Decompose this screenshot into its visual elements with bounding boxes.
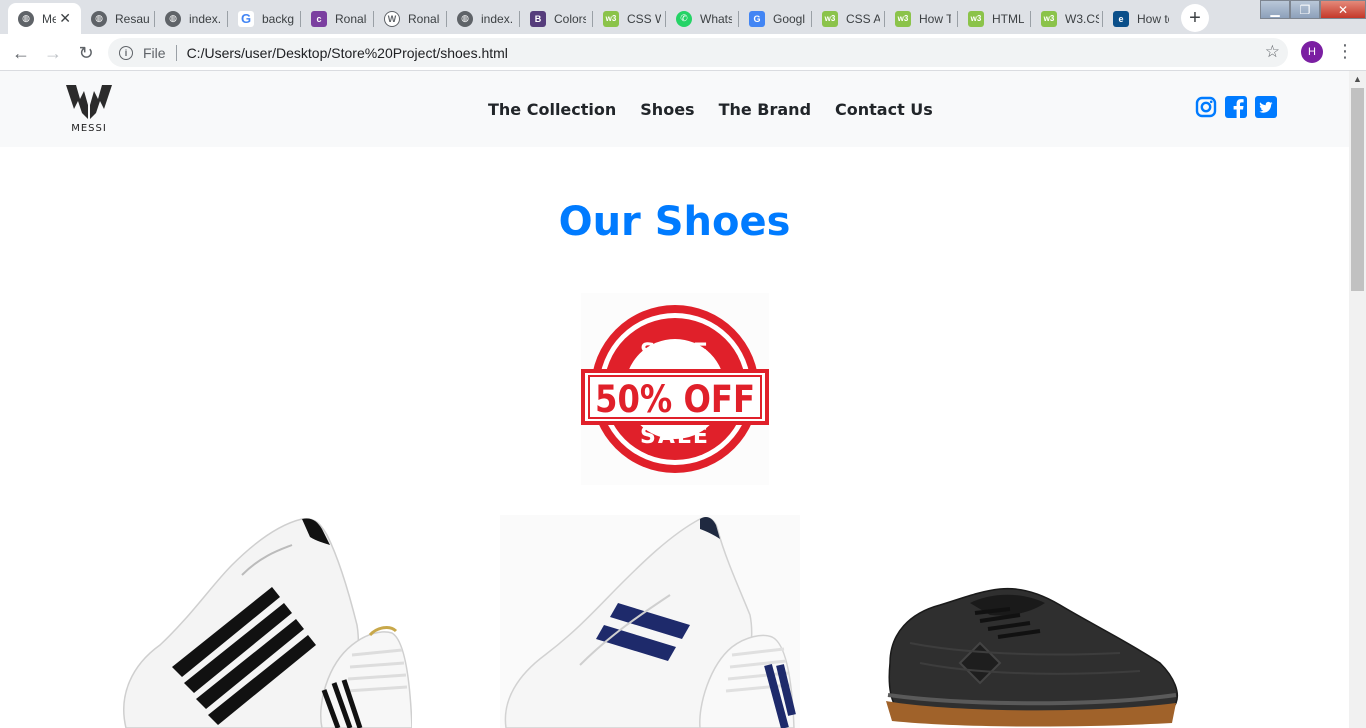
site-navbar: MESSI The Collection Shoes The Brand Con… [0,71,1349,147]
stamp-bottom-text: SALE [640,424,710,449]
close-tab-icon[interactable]: ✕ [59,11,71,25]
page-scrollbar[interactable]: ▲ [1349,71,1366,728]
product-image-black-trainer[interactable] [880,583,1180,728]
nav-the-brand[interactable]: The Brand [719,100,811,119]
window-controls: ▁ ❐ ✕ [1260,0,1366,20]
tab-0[interactable]: ◍ Messi ✕ [8,3,81,34]
page-viewport: MESSI The Collection Shoes The Brand Con… [0,71,1349,728]
product-image-white-black-stripes[interactable] [112,515,412,728]
tab-9[interactable]: ✆ WhatsApp [666,3,739,34]
stamp-top-text: SALE [640,340,710,365]
nav-links: The Collection Shoes The Brand Contact U… [488,100,933,119]
w3schools-icon: w3 [822,10,838,27]
tab-title: background [262,11,294,26]
menu-icon[interactable]: ⋮ [1336,41,1354,61]
tab-title: Ronaldo [408,11,440,26]
globe-icon: ◍ [165,10,181,27]
tab-title: W3.CSS [1065,11,1099,26]
nav-the-collection[interactable]: The Collection [488,100,616,119]
w3schools-icon: w3 [895,10,911,27]
tab-14[interactable]: w3 W3.CSS [1031,3,1103,34]
edge-icon: e [1113,10,1129,27]
tab-title: How To [919,11,951,26]
tab-1[interactable]: ◍ Resaurant [81,3,155,34]
nav-contact-us[interactable]: Contact Us [835,100,933,119]
back-icon[interactable]: ← [9,41,33,65]
tab-title: Ronaldo [335,11,367,26]
colorlib-icon: c [311,10,327,27]
url-text[interactable]: C:/Users/user/Desktop/Store%20Project/sh… [187,45,508,61]
w3schools-icon: w3 [968,10,984,27]
facebook-icon[interactable] [1225,96,1247,118]
product-image-white-navy-stripes[interactable] [500,515,800,728]
restore-icon[interactable]: ❐ [1290,0,1320,19]
tab-title: HTML [992,11,1024,26]
globe-icon: ◍ [18,10,34,27]
tab-7[interactable]: B Colors [520,3,593,34]
tab-10[interactable]: G Google [739,3,812,34]
logo-mark-icon [66,85,112,119]
whatsapp-icon: ✆ [676,10,692,27]
tab-5[interactable]: W Ronaldo [374,3,447,34]
tab-strip: ◍ Messi ✕ ◍ Resaurant ◍ index.html G bac… [0,0,1366,34]
tab-title: index.html [189,11,221,26]
tab-6[interactable]: ◍ index.html [447,3,520,34]
tab-8[interactable]: w3 CSS Web [593,3,666,34]
instagram-icon[interactable] [1195,96,1217,118]
scroll-thumb[interactable] [1351,88,1364,291]
tab-title: Google [773,11,805,26]
new-tab-button[interactable]: + [1181,4,1209,32]
tab-title: How to [1137,11,1169,26]
forward-icon[interactable]: → [41,41,65,65]
info-icon[interactable]: i [119,45,133,60]
tab-title: Resaurant [115,11,149,26]
tab-title: CSS Web [627,11,661,26]
google-translate-icon: G [749,10,765,27]
address-bar[interactable]: i File C:/Users/user/Desktop/Store%20Pro… [108,38,1288,67]
sale-stamp-image: SALE SALE 50% OFF [581,293,769,485]
reload-icon[interactable]: ↻ [74,41,98,65]
bookmark-star-icon[interactable]: ☆ [1265,42,1280,62]
tab-title: WhatsApp [700,11,732,26]
globe-icon: ◍ [91,10,107,27]
tab-title: Messi [42,11,56,26]
stamp-main-text: 50% OFF [595,378,755,421]
tab-13[interactable]: w3 HTML [958,3,1031,34]
tab-11[interactable]: w3 CSS Att [812,3,885,34]
close-window-icon[interactable]: ✕ [1320,0,1366,19]
tab-15[interactable]: e How to [1103,3,1175,34]
tab-2[interactable]: ◍ index.html [155,3,228,34]
tab-title: Colors [554,11,586,26]
messi-logo[interactable]: MESSI [64,83,114,137]
w3schools-icon: w3 [603,10,619,27]
nav-shoes[interactable]: Shoes [640,100,694,119]
wordpress-icon: W [384,10,400,27]
twitter-icon[interactable] [1255,96,1277,118]
tab-4[interactable]: c Ronaldo [301,3,374,34]
scheme-label: File [143,44,166,61]
tab-3[interactable]: G background [228,3,301,34]
minimize-icon[interactable]: ▁ [1260,0,1290,19]
browser-toolbar: ← → ↻ i File C:/Users/user/Desktop/Store… [0,34,1366,71]
page-title: Our Shoes [558,199,791,245]
social-links [1195,96,1277,118]
logo-wordmark: MESSI [71,123,107,134]
google-icon: G [238,10,254,27]
profile-avatar[interactable]: H [1301,41,1323,63]
tab-title: CSS Att [846,11,880,26]
bootstrap-icon: B [530,10,546,27]
globe-icon: ◍ [457,10,473,27]
scroll-up-icon[interactable]: ▲ [1353,74,1362,84]
w3schools-icon: w3 [1041,10,1057,27]
tab-12[interactable]: w3 How To [885,3,958,34]
tab-title: index.html [481,11,513,26]
